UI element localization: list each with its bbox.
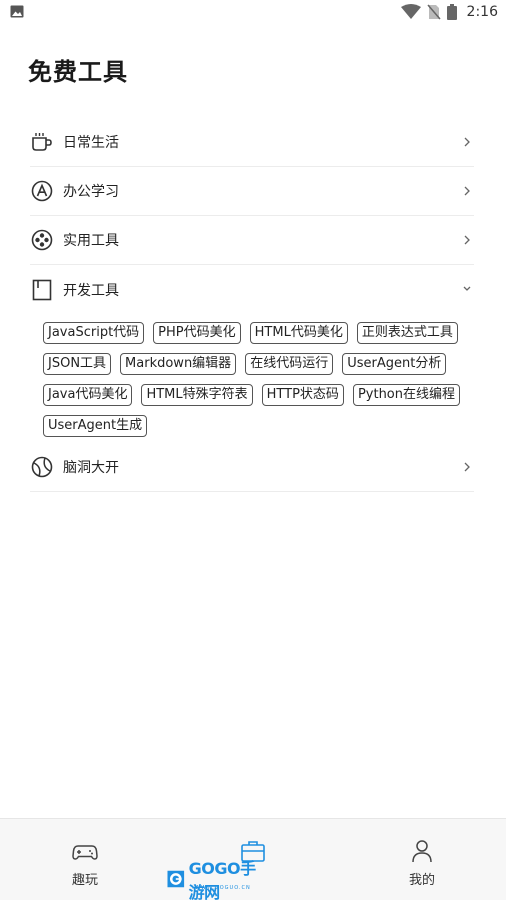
page-title: 免费工具 (28, 58, 128, 86)
section-label: 办公学习 (63, 184, 119, 200)
section-utility-tools[interactable]: 实用工具 (30, 216, 474, 265)
tag-html-beautify[interactable]: HTML代码美化 (249, 322, 348, 344)
wifi-icon (400, 4, 421, 19)
tag-java-beautify[interactable]: Java代码美化 (43, 384, 133, 406)
ball-icon (31, 456, 53, 478)
watermark-url: WWW.GOGUO.CN (195, 885, 251, 891)
section-brain-storm[interactable]: 脑洞大开 (30, 443, 474, 492)
status-bar: 2:16 (0, 0, 506, 24)
tool-section-list: 日常生活 办公学习 实用工具 开发工具 JavaScript代码 PHP代码美化… (30, 118, 474, 492)
gamepad-icon (72, 845, 98, 860)
user-icon (412, 840, 432, 863)
image-icon (10, 5, 24, 18)
film-reel-icon (31, 229, 53, 251)
nav-fun[interactable]: 趣玩 (55, 839, 115, 888)
book-icon (31, 279, 53, 301)
nav-mine[interactable]: 我的 (392, 839, 452, 888)
coffee-cup-icon (31, 131, 53, 153)
chevron-right-icon (464, 137, 470, 147)
watermark-logo: GOGO手游网 WWW.GOGUO.CN (165, 859, 270, 900)
section-label: 日常生活 (63, 135, 119, 151)
circle-a-icon (31, 180, 53, 202)
tag-json-tool[interactable]: JSON工具 (43, 353, 112, 375)
chevron-right-icon (464, 235, 470, 245)
tag-useragent-analyze[interactable]: UserAgent分析 (342, 353, 447, 375)
section-label: 实用工具 (63, 233, 119, 249)
section-label: 脑洞大开 (63, 460, 119, 476)
nav-label: 趣玩 (71, 873, 98, 888)
tag-python-online[interactable]: Python在线编程 (352, 384, 460, 406)
screen: 2:16 免费工具 日常生活 办公学习 实用工具 开发工具 JavaScript… (0, 0, 506, 900)
chevron-right-icon (464, 462, 470, 472)
tag-regex-tool[interactable]: 正则表达式工具 (356, 322, 458, 344)
tag-html-special-chars[interactable]: HTML特殊字符表 (141, 384, 253, 406)
dev-tools-tag-list: JavaScript代码 PHP代码美化 HTML代码美化 正则表达式工具 JS… (30, 314, 474, 443)
chevron-down-icon (463, 286, 471, 291)
chevron-right-icon (464, 186, 470, 196)
tag-javascript[interactable]: JavaScript代码 (43, 322, 145, 344)
section-label: 开发工具 (63, 282, 119, 299)
section-daily-life[interactable]: 日常生活 (30, 118, 474, 167)
section-dev-tools[interactable]: 开发工具 (30, 265, 474, 314)
status-time: 2:16 (466, 4, 498, 20)
tag-useragent-generate[interactable]: UserAgent生成 (43, 415, 148, 437)
battery-icon (446, 4, 457, 20)
no-sim-icon (426, 4, 441, 20)
watermark-brand: GOGO手游网 (188, 859, 256, 900)
tag-http-status[interactable]: HTTP状态码 (261, 384, 344, 406)
section-office-study[interactable]: 办公学习 (30, 167, 474, 216)
tag-markdown-editor[interactable]: Markdown编辑器 (120, 353, 237, 375)
gogo-logo-icon (167, 870, 185, 888)
tag-php-beautify[interactable]: PHP代码美化 (153, 322, 241, 344)
nav-label: 我的 (408, 873, 435, 888)
tag-online-code-run[interactable]: 在线代码运行 (245, 353, 334, 375)
